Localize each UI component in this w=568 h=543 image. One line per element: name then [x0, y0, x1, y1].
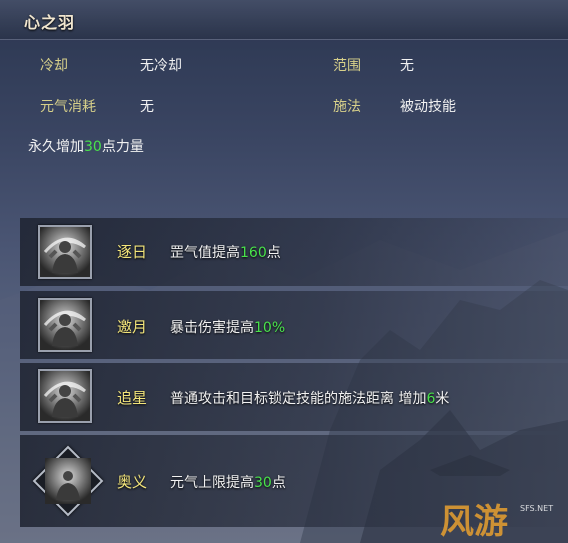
tier-effect-prefix: 普通攻击和目标锁定技能的施法距离 增加: [170, 391, 427, 407]
tier-name: 邀月: [117, 318, 148, 336]
tier-effect-suffix: 点: [271, 475, 286, 491]
tier-effect: 暴击伤害提高10%: [170, 317, 285, 337]
watermark-logo: 风游 SFS.NET: [440, 502, 553, 541]
description-suffix: 点力量: [101, 139, 144, 155]
cooldown-value: 无冷却: [140, 58, 182, 74]
tier-effect: 罡气值提高160点: [170, 242, 281, 262]
cast-value: 被动技能: [400, 99, 456, 115]
description-number: 30: [84, 139, 102, 155]
description-prefix: 永久增加: [28, 139, 84, 155]
tier-name: 追星: [117, 389, 148, 407]
tier-row[interactable]: 逐日 罡气值提高160点: [20, 218, 568, 286]
warrior-vortex-icon: [38, 369, 92, 423]
tier-row[interactable]: 追星 普通攻击和目标锁定技能的施法距离 增加6米: [20, 363, 568, 431]
tier-effect-number: 10%: [254, 320, 286, 336]
tier-effect-prefix: 元气上限提高: [170, 475, 254, 491]
tier-effect: 普通攻击和目标锁定技能的施法距离 增加6米: [170, 388, 449, 408]
tier-effect: 元气上限提高30点: [170, 472, 286, 492]
warrior-vortex-diamond-icon: [32, 445, 104, 517]
tier-name: 奥义: [117, 473, 148, 491]
cast-label: 施法: [333, 99, 361, 115]
tier-name: 逐日: [117, 243, 148, 261]
warrior-vortex-icon: [38, 225, 92, 279]
skill-header: 心之羽: [0, 0, 568, 40]
warrior-vortex-icon: [38, 298, 92, 352]
tier-effect-prefix: 罡气值提高: [170, 245, 240, 261]
range-value: 无: [400, 58, 414, 74]
cooldown-label: 冷却: [40, 58, 68, 74]
skill-title: 心之羽: [24, 13, 76, 32]
tier-effect-suffix: 点: [266, 245, 281, 261]
skill-description: 永久增加30点力量: [28, 136, 144, 156]
tier-row[interactable]: 邀月 暴击伤害提高10%: [20, 291, 568, 359]
range-label: 范围: [333, 58, 361, 74]
tier-effect-number: 160: [240, 245, 267, 261]
cost-value: 无: [140, 99, 154, 115]
cost-label: 元气消耗: [40, 99, 96, 115]
tier-effect-number: 30: [254, 475, 272, 491]
watermark-text: 风游: [440, 502, 508, 541]
watermark-site: SFS.NET: [520, 504, 553, 513]
tier-effect-prefix: 暴击伤害提高: [170, 320, 254, 336]
tier-effect-suffix: 米: [435, 391, 450, 407]
